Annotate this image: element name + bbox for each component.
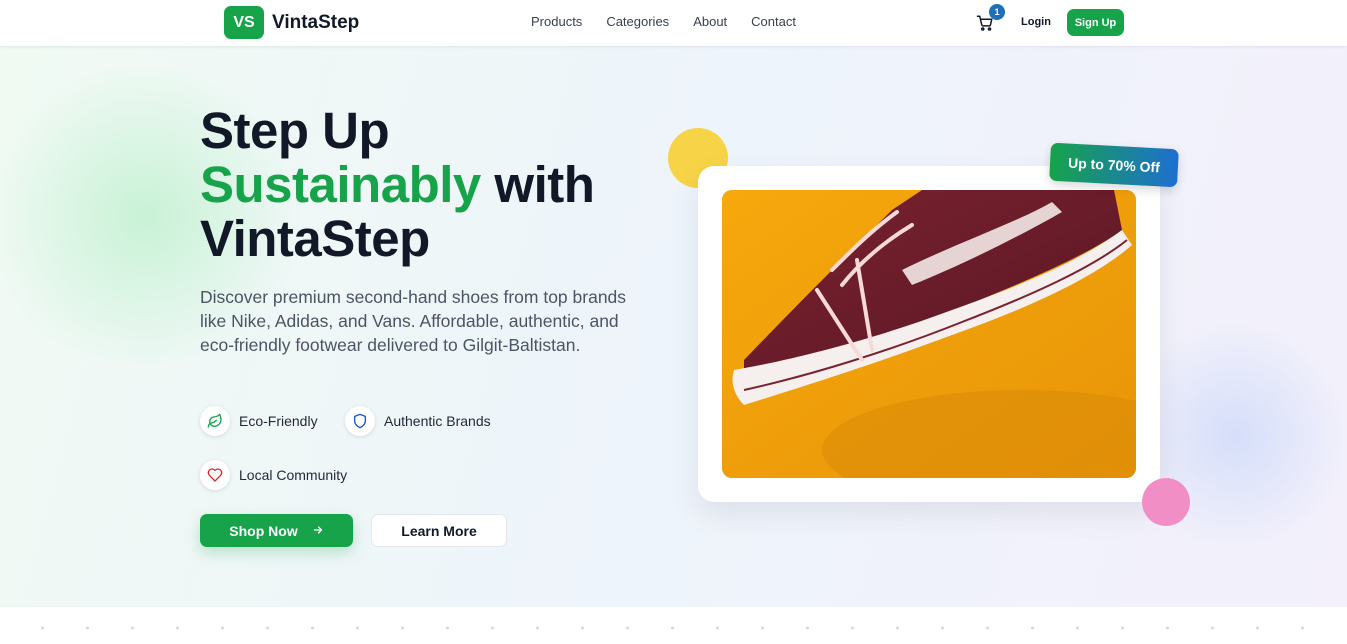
nav-categories[interactable]: Categories [606,14,669,29]
hero-title-with: with [480,156,595,213]
learn-more-button[interactable]: Learn More [371,514,507,547]
discount-badge: Up to 70% Off [1049,142,1179,188]
hero-title: Step Up Sustainably with VintaStep [200,104,670,266]
logo[interactable]: VS VintaStep [224,6,359,39]
nav-about[interactable]: About [693,14,727,29]
feature-local-community: Local Community [200,459,347,491]
arrow-right-icon [312,523,324,539]
feature-label: Eco-Friendly [239,413,318,429]
brand-name: VintaStep [272,11,360,33]
nav-contact[interactable]: Contact [751,14,796,29]
logo-badge: VS [224,6,264,39]
hero-section: Step Up Sustainably with VintaStep Disco… [0,46,1347,607]
product-image-card [698,166,1160,502]
feature-eco-friendly: Eco-Friendly [200,405,318,437]
cart-count-badge: 1 [989,4,1005,20]
navbar: VS VintaStep Products Categories About C… [0,0,1347,46]
shop-now-label: Shop Now [229,522,298,539]
decorative-circle-pink [1142,478,1190,526]
shield-icon [345,406,375,436]
decorative-dot-row [20,626,1340,630]
heart-icon [200,460,230,490]
hero-description: Discover premium second-hand shoes from … [200,287,627,355]
hero-title-line3: VintaStep [200,210,430,267]
hero-title-line1: Step Up [200,102,390,159]
login-button[interactable]: Login [1014,10,1058,34]
nav-links: Products Categories About Contact [531,14,820,29]
hero-title-highlight: Sustainably [200,156,481,213]
feature-authentic-brands: Authentic Brands [345,405,491,437]
nav-products[interactable]: Products [531,14,582,29]
feature-label: Local Community [239,467,348,483]
feature-label: Authentic Brands [384,413,491,429]
signup-button[interactable]: Sign Up [1067,9,1124,36]
leaf-icon [200,406,230,436]
product-image[interactable] [722,190,1136,478]
shop-now-button[interactable]: Shop Now [200,514,353,547]
